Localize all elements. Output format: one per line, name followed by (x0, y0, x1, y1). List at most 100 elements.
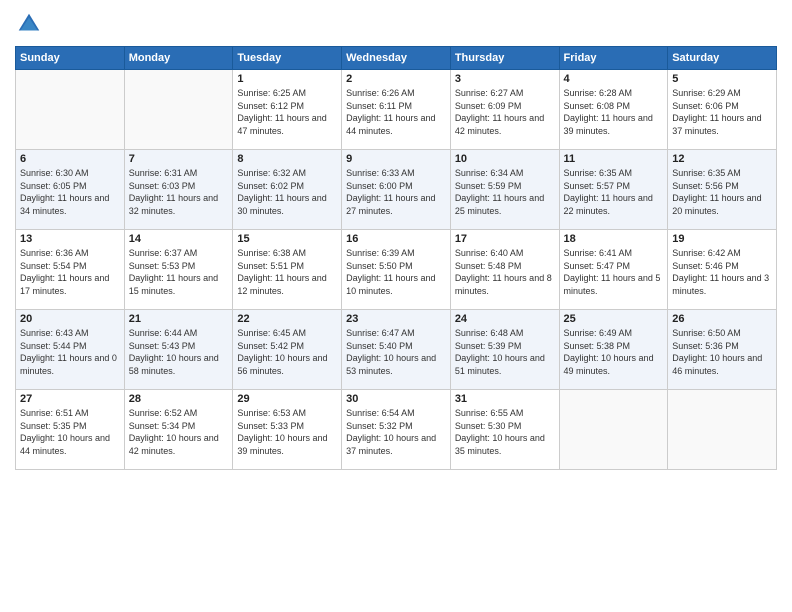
calendar-cell: 8 Sunrise: 6:32 AMSunset: 6:02 PMDaylight… (233, 150, 342, 230)
day-number: 2 (346, 73, 446, 85)
week-row-2: 6 Sunrise: 6:30 AMSunset: 6:05 PMDaylight… (16, 150, 777, 230)
day-info: Sunrise: 6:45 AMSunset: 5:42 PMDaylight:… (237, 327, 337, 377)
day-number: 18 (564, 233, 664, 245)
day-info: Sunrise: 6:31 AMSunset: 6:03 PMDaylight:… (129, 167, 229, 217)
day-info: Sunrise: 6:35 AMSunset: 5:56 PMDaylight:… (672, 167, 772, 217)
day-number: 31 (455, 393, 555, 405)
day-number: 26 (672, 313, 772, 325)
calendar-cell: 17Sunrise: 6:40 AMSunset: 5:48 PMDayligh… (450, 230, 559, 310)
day-info: Sunrise: 6:42 AMSunset: 5:46 PMDaylight:… (672, 247, 772, 297)
calendar-cell: 2 Sunrise: 6:26 AMSunset: 6:11 PMDaylight… (342, 70, 451, 150)
day-info: Sunrise: 6:29 AMSunset: 6:06 PMDaylight:… (672, 87, 772, 137)
day-info: Sunrise: 6:26 AMSunset: 6:11 PMDaylight:… (346, 87, 446, 137)
calendar-cell (124, 70, 233, 150)
calendar-cell: 30 Sunrise: 6:54 AMSunset: 5:32 PMDayligh… (342, 390, 451, 470)
calendar-cell: 29Sunrise: 6:53 AMSunset: 5:33 PMDayligh… (233, 390, 342, 470)
day-info: Sunrise: 6:38 AMSunset: 5:51 PMDaylight:… (237, 247, 337, 297)
col-header-thursday: Thursday (450, 47, 559, 70)
logo (15, 10, 47, 38)
day-info: Sunrise: 6:49 AMSunset: 5:38 PMDaylight:… (564, 327, 664, 377)
col-header-tuesday: Tuesday (233, 47, 342, 70)
day-info: Sunrise: 6:47 AMSunset: 5:40 PMDaylight:… (346, 327, 446, 377)
calendar-cell: 3Sunrise: 6:27 AMSunset: 6:09 PMDaylight… (450, 70, 559, 150)
day-info: Sunrise: 6:43 AMSunset: 5:44 PMDaylight:… (20, 327, 120, 377)
day-number: 7 (129, 153, 229, 165)
calendar-cell: 21 Sunrise: 6:44 AMSunset: 5:43 PMDayligh… (124, 310, 233, 390)
day-number: 16 (346, 233, 446, 245)
calendar-cell: 6 Sunrise: 6:30 AMSunset: 6:05 PMDaylight… (16, 150, 125, 230)
day-info: Sunrise: 6:39 AMSunset: 5:50 PMDaylight:… (346, 247, 446, 297)
day-number: 19 (672, 233, 772, 245)
calendar-cell: 15 Sunrise: 6:38 AMSunset: 5:51 PMDayligh… (233, 230, 342, 310)
week-row-4: 20 Sunrise: 6:43 AMSunset: 5:44 PMDayligh… (16, 310, 777, 390)
day-number: 30 (346, 393, 446, 405)
day-number: 12 (672, 153, 772, 165)
calendar-cell: 14 Sunrise: 6:37 AMSunset: 5:53 PMDayligh… (124, 230, 233, 310)
day-info: Sunrise: 6:25 AMSunset: 6:12 PMDaylight:… (237, 87, 337, 137)
day-info: Sunrise: 6:55 AMSunset: 5:30 PMDaylight:… (455, 407, 555, 457)
day-number: 9 (346, 153, 446, 165)
calendar-cell: 13Sunrise: 6:36 AMSunset: 5:54 PMDayligh… (16, 230, 125, 310)
day-number: 14 (129, 233, 229, 245)
day-info: Sunrise: 6:28 AMSunset: 6:08 PMDaylight:… (564, 87, 664, 137)
calendar-cell: 4 Sunrise: 6:28 AMSunset: 6:08 PMDaylight… (559, 70, 668, 150)
day-number: 25 (564, 313, 664, 325)
calendar-cell: 5 Sunrise: 6:29 AMSunset: 6:06 PMDaylight… (668, 70, 777, 150)
calendar-cell (16, 70, 125, 150)
calendar-cell: 20 Sunrise: 6:43 AMSunset: 5:44 PMDayligh… (16, 310, 125, 390)
day-info: Sunrise: 6:48 AMSunset: 5:39 PMDaylight:… (455, 327, 555, 377)
day-number: 13 (20, 233, 120, 245)
day-number: 1 (237, 73, 337, 85)
day-number: 22 (237, 313, 337, 325)
day-number: 24 (455, 313, 555, 325)
day-info: Sunrise: 6:30 AMSunset: 6:05 PMDaylight:… (20, 167, 120, 217)
logo-icon (15, 10, 43, 38)
day-info: Sunrise: 6:27 AMSunset: 6:09 PMDaylight:… (455, 87, 555, 137)
day-info: Sunrise: 6:40 AMSunset: 5:48 PMDaylight:… (455, 247, 555, 297)
day-number: 15 (237, 233, 337, 245)
day-info: Sunrise: 6:35 AMSunset: 5:57 PMDaylight:… (564, 167, 664, 217)
calendar-cell: 24 Sunrise: 6:48 AMSunset: 5:39 PMDayligh… (450, 310, 559, 390)
calendar-cell: 31 Sunrise: 6:55 AMSunset: 5:30 PMDayligh… (450, 390, 559, 470)
col-header-saturday: Saturday (668, 47, 777, 70)
day-number: 28 (129, 393, 229, 405)
day-info: Sunrise: 6:51 AMSunset: 5:35 PMDaylight:… (20, 407, 120, 457)
calendar-cell: 19 Sunrise: 6:42 AMSunset: 5:46 PMDayligh… (668, 230, 777, 310)
day-number: 5 (672, 73, 772, 85)
day-number: 6 (20, 153, 120, 165)
calendar-cell: 25 Sunrise: 6:49 AMSunset: 5:38 PMDayligh… (559, 310, 668, 390)
calendar-cell (668, 390, 777, 470)
week-row-3: 13Sunrise: 6:36 AMSunset: 5:54 PMDayligh… (16, 230, 777, 310)
calendar-cell: 26Sunrise: 6:50 AMSunset: 5:36 PMDayligh… (668, 310, 777, 390)
calendar-cell: 27 Sunrise: 6:51 AMSunset: 5:35 PMDayligh… (16, 390, 125, 470)
day-number: 11 (564, 153, 664, 165)
day-number: 21 (129, 313, 229, 325)
day-info: Sunrise: 6:34 AMSunset: 5:59 PMDaylight:… (455, 167, 555, 217)
day-number: 27 (20, 393, 120, 405)
day-info: Sunrise: 6:41 AMSunset: 5:47 PMDaylight:… (564, 247, 664, 297)
day-number: 23 (346, 313, 446, 325)
calendar-cell: 7 Sunrise: 6:31 AMSunset: 6:03 PMDaylight… (124, 150, 233, 230)
day-info: Sunrise: 6:32 AMSunset: 6:02 PMDaylight:… (237, 167, 337, 217)
col-header-sunday: Sunday (16, 47, 125, 70)
col-header-wednesday: Wednesday (342, 47, 451, 70)
day-number: 10 (455, 153, 555, 165)
calendar-cell (559, 390, 668, 470)
header (15, 10, 777, 38)
calendar-cell: 12 Sunrise: 6:35 AMSunset: 5:56 PMDayligh… (668, 150, 777, 230)
col-header-monday: Monday (124, 47, 233, 70)
day-info: Sunrise: 6:54 AMSunset: 5:32 PMDaylight:… (346, 407, 446, 457)
week-row-1: 1 Sunrise: 6:25 AMSunset: 6:12 PMDaylight… (16, 70, 777, 150)
calendar-cell: 1 Sunrise: 6:25 AMSunset: 6:12 PMDaylight… (233, 70, 342, 150)
col-header-friday: Friday (559, 47, 668, 70)
day-info: Sunrise: 6:33 AMSunset: 6:00 PMDaylight:… (346, 167, 446, 217)
day-number: 8 (237, 153, 337, 165)
page-container: SundayMondayTuesdayWednesdayThursdayFrid… (0, 0, 792, 612)
day-number: 4 (564, 73, 664, 85)
calendar-cell: 16 Sunrise: 6:39 AMSunset: 5:50 PMDayligh… (342, 230, 451, 310)
day-number: 29 (237, 393, 337, 405)
day-info: Sunrise: 6:37 AMSunset: 5:53 PMDaylight:… (129, 247, 229, 297)
calendar-cell: 18 Sunrise: 6:41 AMSunset: 5:47 PMDayligh… (559, 230, 668, 310)
day-info: Sunrise: 6:44 AMSunset: 5:43 PMDaylight:… (129, 327, 229, 377)
day-number: 20 (20, 313, 120, 325)
